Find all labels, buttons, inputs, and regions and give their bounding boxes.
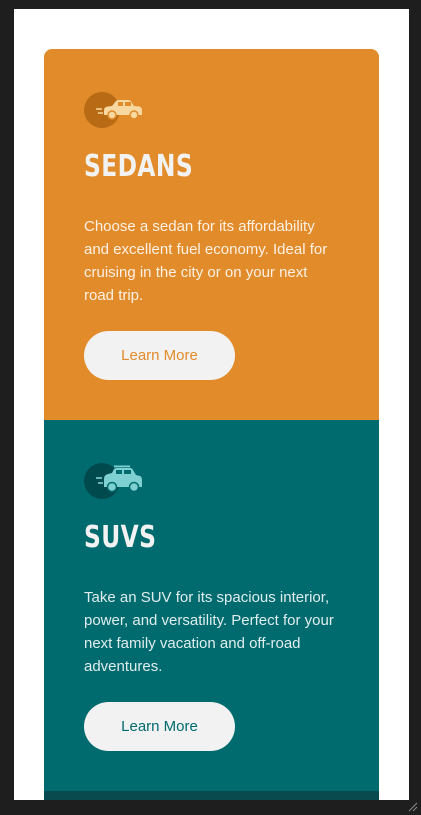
card-title: SUVs: [84, 520, 157, 555]
sedan-car-icon: [84, 89, 148, 129]
resize-grip-icon[interactable]: [406, 800, 418, 812]
card-next-partial: [44, 791, 379, 800]
browser-viewport: Sedans Choose a sedan for its affordabil…: [14, 9, 409, 800]
card-description: Take an SUV for its spacious interior, p…: [84, 589, 334, 675]
learn-more-button[interactable]: Learn More: [84, 331, 235, 380]
card-sedans: Sedans Choose a sedan for its affordabil…: [44, 49, 379, 420]
car-cards: Sedans Choose a sedan for its affordabil…: [44, 49, 379, 800]
suv-car-icon: [84, 460, 148, 500]
card-title: Sedans: [84, 149, 194, 184]
learn-more-button[interactable]: Learn More: [84, 702, 235, 751]
card-suvs: SUVs Take an SUV for its spacious interi…: [44, 420, 379, 791]
card-description: Choose a sedan for its affordability and…: [84, 218, 328, 304]
